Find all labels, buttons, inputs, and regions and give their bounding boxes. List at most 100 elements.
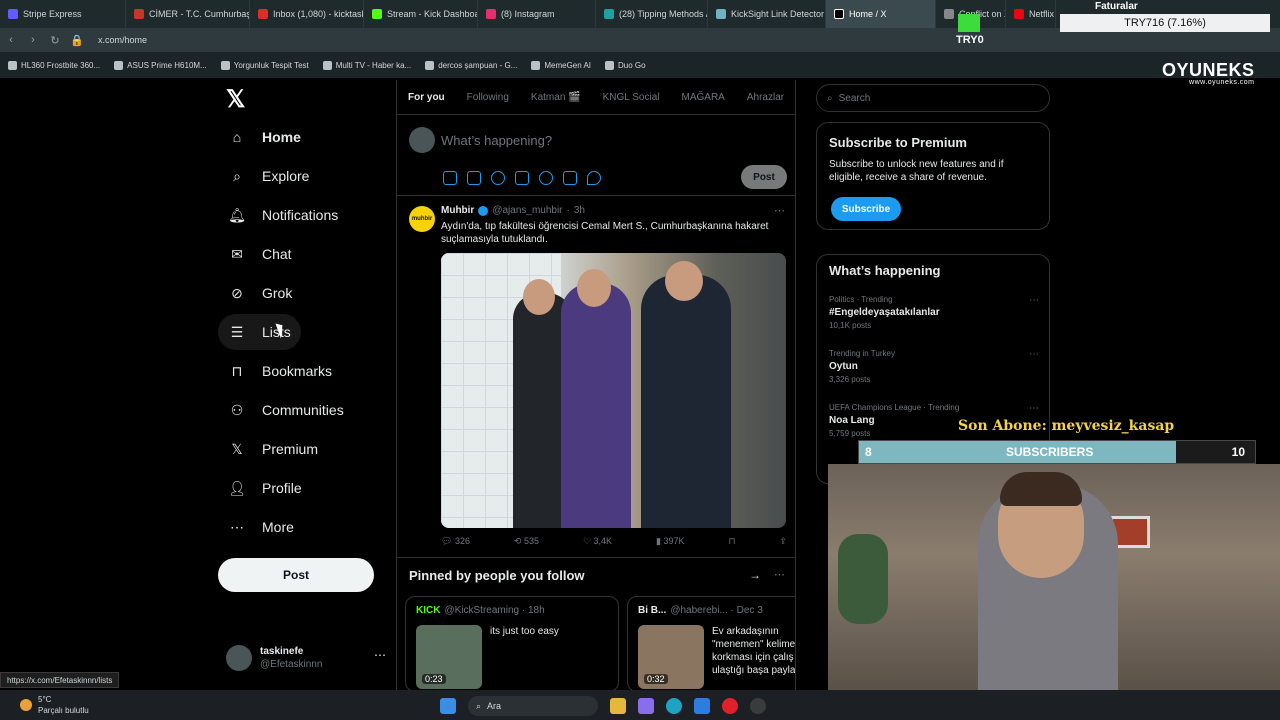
lock-icon: 🔒 xyxy=(70,34,84,47)
video-duration: 0:23 xyxy=(422,674,446,684)
forward-icon[interactable]: › xyxy=(22,34,44,46)
tab-cimer[interactable]: CİMER - T.C. Cumhurbaşk xyxy=(126,0,250,28)
tab-gmail[interactable]: Inbox (1,080) - kicktaskine xyxy=(250,0,364,28)
bookmark-item[interactable]: Yorgunluk Tespit Test xyxy=(220,60,309,70)
reply-button[interactable]: 💬︎ 326 xyxy=(441,536,470,547)
bookmark-item[interactable]: HL360 Frostbite 360... xyxy=(8,60,100,70)
reload-icon[interactable]: ↻ xyxy=(44,34,66,47)
account-switcher[interactable]: taskinefe @Efetaskinnn ⋯ xyxy=(226,640,386,676)
tweet-more-icon[interactable]: ⋯ xyxy=(774,204,785,217)
url-field[interactable]: x.com/home xyxy=(98,35,147,45)
tab-katman[interactable]: Katman 🎬 xyxy=(520,92,592,103)
user-icon: 👤︎ xyxy=(228,479,246,496)
views-button[interactable]: ▮ 397K xyxy=(656,536,684,547)
tab-tipping[interactable]: (28) Tipping Methods / St xyxy=(596,0,708,28)
schedule-icon[interactable] xyxy=(563,171,577,185)
tweet-handle[interactable]: @ajans_muhbir xyxy=(492,205,562,216)
copilot-icon[interactable] xyxy=(638,698,654,714)
nav-home[interactable]: ⌂ Home xyxy=(218,119,311,155)
bookmark-favicon-icon xyxy=(114,60,124,70)
tab-for-you[interactable]: For you xyxy=(397,92,456,103)
card-author[interactable]: Bi B... xyxy=(638,605,666,616)
more-icon[interactable]: ⋯ xyxy=(374,648,386,662)
edge-icon[interactable] xyxy=(666,698,682,714)
nav-explore[interactable]: ⌕ Explore xyxy=(218,158,319,194)
bookmark-item[interactable]: MemeGen AI xyxy=(531,60,591,70)
grok-icon: ⊘ xyxy=(231,284,243,301)
tab-kick-dashboard[interactable]: Stream - Kick Dashboard xyxy=(364,0,478,28)
nav-chat[interactable]: ✉ Chat xyxy=(218,236,302,272)
bookmark-item[interactable]: ASUS Prime H610M... xyxy=(114,60,207,70)
tweet[interactable]: muhbir Muhbir @ajans_muhbir · 3h ⋯ Aydın… xyxy=(397,196,795,558)
tweet-author[interactable]: Muhbir xyxy=(441,205,474,216)
tab-kngl-social[interactable]: KNGL Social xyxy=(592,92,671,103)
tab-following[interactable]: Following xyxy=(456,92,520,103)
nav-premium[interactable]: 𝕏 Premium xyxy=(218,431,328,467)
repost-button[interactable]: ⟲ 535 xyxy=(514,536,539,547)
tab-ahrazlar[interactable]: Ahrazlar xyxy=(736,92,795,103)
grok-icon[interactable] xyxy=(491,171,505,185)
nav-profile[interactable]: 👤︎ Profile xyxy=(218,470,312,506)
trend-item[interactable]: Trending in Turkey Oytun 3,326 posts ⋯ xyxy=(829,349,1039,384)
more-icon[interactable]: ⋯ xyxy=(774,568,785,581)
search-icon: ⌕ xyxy=(827,92,833,104)
tab-stripe[interactable]: Stripe Express xyxy=(0,0,126,28)
emoji-icon[interactable] xyxy=(539,171,553,185)
nav-more[interactable]: ⋯ More xyxy=(218,509,304,545)
search-input[interactable]: ⌕ Search xyxy=(816,84,1050,112)
bookmark-icon[interactable]: ⊓ xyxy=(728,536,735,547)
pinned-card[interactable]: KICK @KickStreaming · 18h 0:23 its just t… xyxy=(405,596,619,690)
bookmark-item[interactable]: dercos şampuan - G... xyxy=(425,60,517,70)
nav-lists[interactable]: ☰ Lists xyxy=(218,314,301,350)
windows-start-icon[interactable] xyxy=(440,698,456,714)
obs-icon[interactable] xyxy=(750,698,766,714)
card-author[interactable]: KICK xyxy=(416,605,440,616)
compose-input[interactable]: What’s happening? xyxy=(441,133,552,148)
bookmark-item[interactable]: Duo Go xyxy=(605,60,646,70)
back-icon[interactable]: ‹ xyxy=(0,34,22,46)
kick-favicon-icon xyxy=(372,9,382,19)
gif-icon[interactable] xyxy=(467,171,481,185)
bookmark-favicon-icon xyxy=(531,60,541,70)
tab-magara[interactable]: MAĞARA xyxy=(671,92,736,103)
nav-communities[interactable]: ⚇ Communities xyxy=(218,392,354,428)
post-button[interactable]: Post xyxy=(218,558,374,592)
search-icon: ⌕ xyxy=(476,700,482,711)
arrow-right-icon[interactable]: → xyxy=(749,568,761,582)
nav-notifications[interactable]: 🔔︎ Notifications xyxy=(218,197,348,233)
more-icon[interactable]: ⋯ xyxy=(1029,349,1039,360)
store-icon[interactable] xyxy=(694,698,710,714)
instagram-favicon-icon xyxy=(486,9,496,19)
weather-widget[interactable]: 5°C Parçalı bulutlu xyxy=(20,694,89,716)
file-explorer-icon[interactable] xyxy=(610,698,626,714)
nav-grok[interactable]: ⊘ Grok xyxy=(218,275,302,311)
share-icon[interactable]: ⇪ xyxy=(779,536,787,547)
overlay-faturalar: Faturalar xyxy=(1095,1,1138,12)
bell-icon: 🔔︎ xyxy=(228,206,246,223)
like-button[interactable]: ♡ 3,4K xyxy=(583,536,612,547)
tweet-avatar[interactable]: muhbir xyxy=(409,206,435,232)
poll-icon[interactable] xyxy=(515,171,529,185)
media-icon[interactable] xyxy=(443,171,457,185)
more-icon[interactable]: ⋯ xyxy=(1029,295,1039,306)
compose-post-button[interactable]: Post xyxy=(741,165,787,189)
tweet-time: 3h xyxy=(573,205,585,216)
bookmark-favicon-icon xyxy=(322,60,332,70)
nav-bookmarks[interactable]: ⊓ Bookmarks xyxy=(218,353,342,389)
tab-home-x[interactable]: Home / X xyxy=(826,0,936,28)
opera-icon[interactable] xyxy=(722,698,738,714)
tab-kicksight[interactable]: KickSight Link Detector xyxy=(708,0,826,28)
subscribe-button[interactable]: Subscribe xyxy=(831,197,901,221)
pinned-card[interactable]: Bi B... @haberebi... · Dec 3 0:32 Ev arka… xyxy=(627,596,795,690)
tab-instagram[interactable]: (8) Instagram xyxy=(478,0,596,28)
more-icon[interactable]: ⋯ xyxy=(1029,403,1039,414)
x-logo-icon[interactable]: 𝕏 xyxy=(226,88,250,112)
verified-icon xyxy=(478,205,489,216)
right-sidebar: ⌕ Search Subscribe to Premium Subscribe t… xyxy=(816,80,1050,500)
taskbar-search[interactable]: ⌕ Ara xyxy=(468,696,598,716)
tweet-image[interactable] xyxy=(441,253,786,528)
bookmark-item[interactable]: Multi TV - Haber ka... xyxy=(322,60,411,70)
trend-item[interactable]: Politics · Trending #Engeldeyaşatakılanl… xyxy=(829,295,1039,330)
location-icon[interactable] xyxy=(587,171,601,185)
tab-netflix[interactable]: Netflix xyxy=(1006,0,1056,28)
